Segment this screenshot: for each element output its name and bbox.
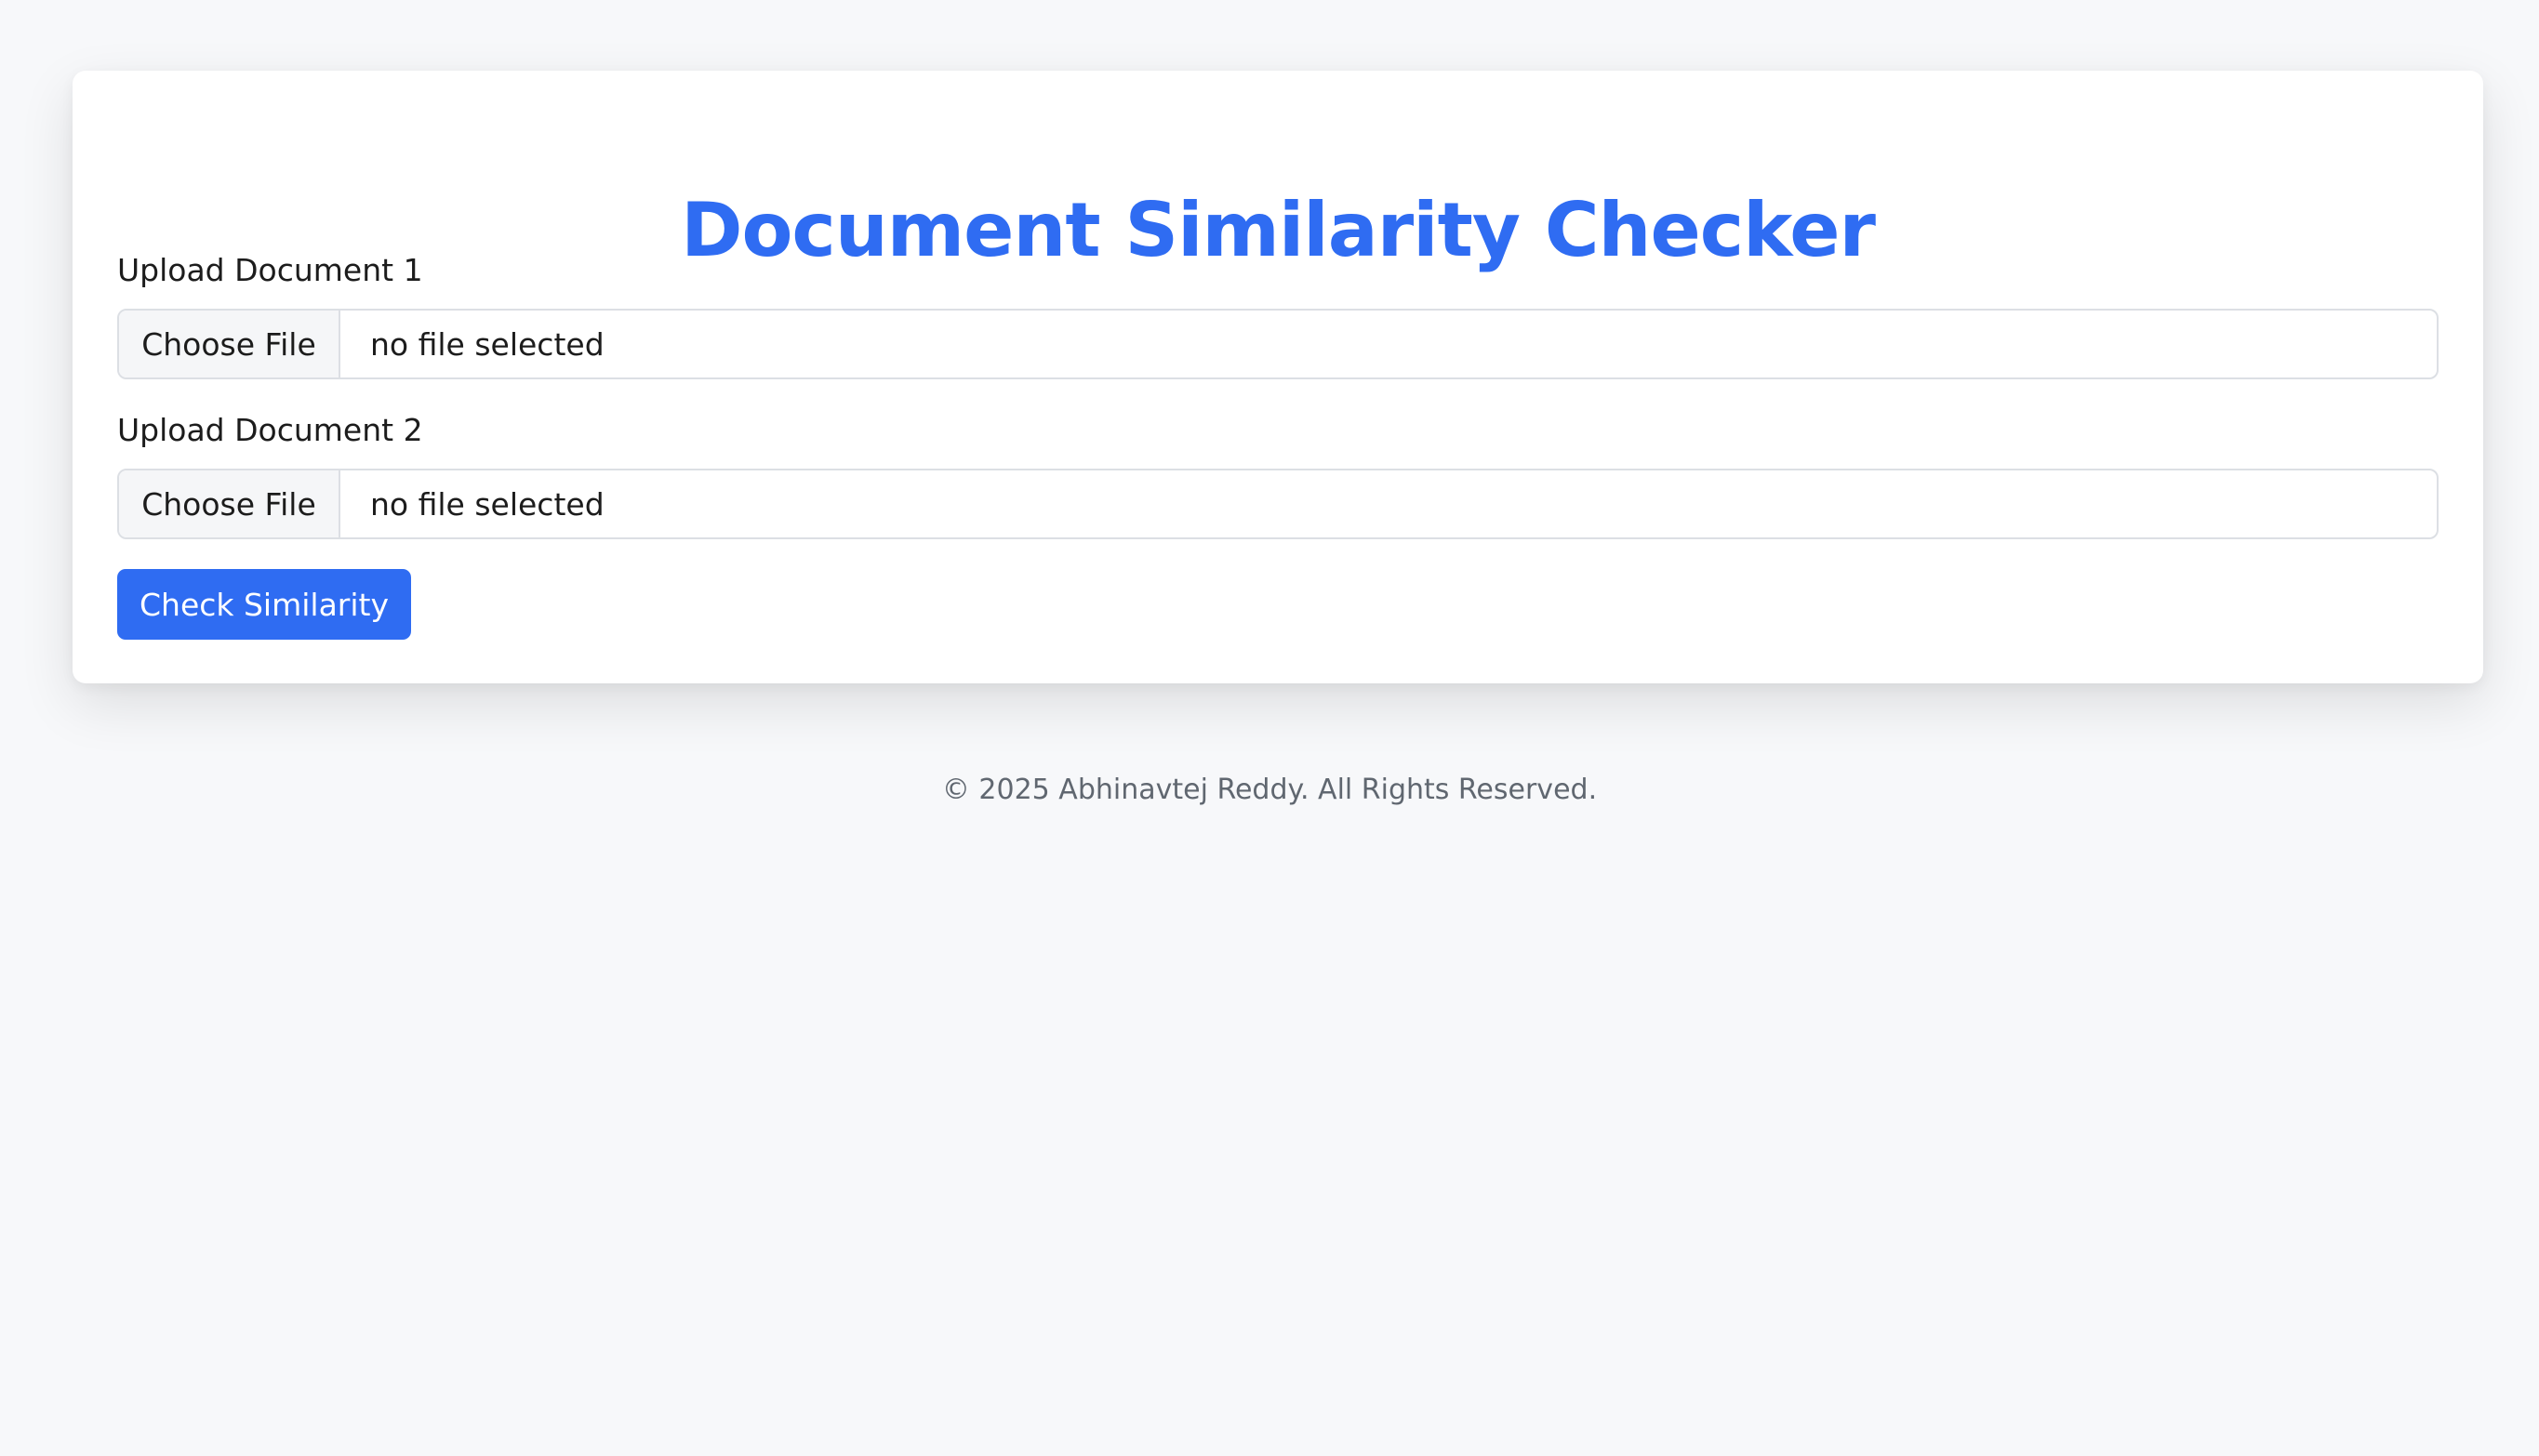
footer-copyright: © 2025 Abhinavtej Reddy. All Rights Rese… — [941, 774, 1598, 806]
document-1-file-status: no file selected — [370, 325, 605, 363]
check-similarity-button[interactable]: Check Similarity — [117, 569, 411, 640]
document-2-file-input[interactable]: Choose File no file selected — [117, 469, 2439, 539]
document-1-choose-file-button[interactable]: Choose File — [119, 311, 340, 377]
document-1-file-input[interactable]: Choose File no file selected — [117, 309, 2439, 379]
document-2-file-status: no file selected — [370, 485, 605, 523]
document-2-label: Upload Document 2 — [117, 412, 423, 448]
document-1-label: Upload Document 1 — [117, 252, 423, 288]
document-2-choose-file-button[interactable]: Choose File — [119, 470, 340, 537]
page-title: Document Similarity Checker — [681, 187, 1876, 273]
